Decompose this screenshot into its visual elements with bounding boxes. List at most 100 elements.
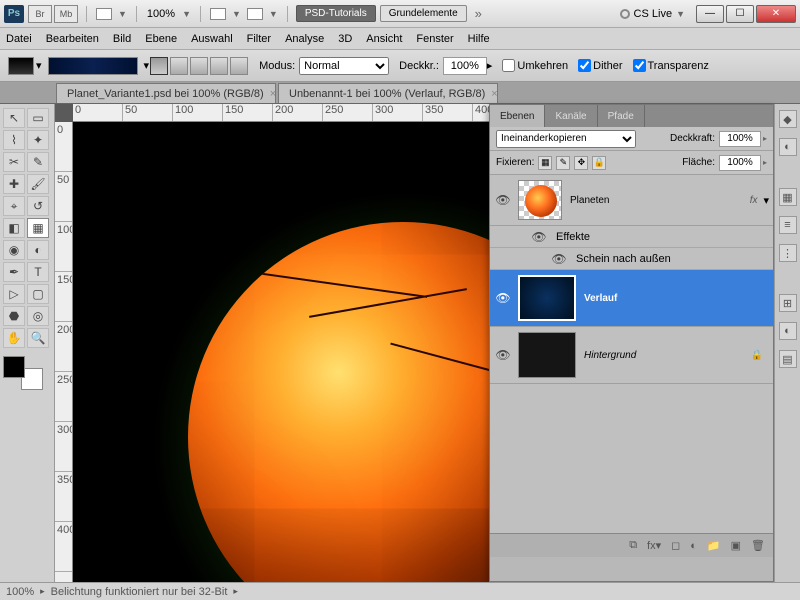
panel-icon[interactable]: ◐ (779, 322, 797, 340)
panel-icon[interactable]: ≡ (779, 216, 797, 234)
blend-mode-select[interactable]: Ineinanderkopieren (496, 130, 636, 148)
tab-kanaele[interactable]: Kanäle (545, 105, 597, 127)
view-extras-icon[interactable] (96, 8, 112, 20)
eye-icon[interactable]: 👁 (550, 250, 568, 268)
maximize-button[interactable]: ☐ (726, 5, 754, 23)
panel-icon[interactable]: ◆ (779, 110, 797, 128)
panel-icon[interactable]: ⋮ (779, 244, 797, 262)
minimize-button[interactable]: — (696, 5, 724, 23)
dodge-tool[interactable]: ◐ (27, 240, 49, 260)
bridge-button[interactable]: Br (28, 5, 52, 23)
doc-tab-1[interactable]: Planet_Variante1.psd bei 100% (RGB/8)× (56, 83, 276, 103)
menu-ansicht[interactable]: Ansicht (366, 33, 402, 45)
eraser-tool[interactable]: ◧ (3, 218, 25, 238)
layer-thumbnail[interactable] (518, 180, 562, 220)
gradient-picker[interactable] (48, 57, 138, 75)
type-tool[interactable]: T (27, 262, 49, 282)
menu-auswahl[interactable]: Auswahl (191, 33, 233, 45)
group-icon[interactable]: 📁 (707, 539, 721, 552)
menu-bearbeiten[interactable]: Bearbeiten (46, 33, 99, 45)
deckkraft-input[interactable] (719, 131, 761, 147)
stamp-tool[interactable]: ⌖ (3, 196, 25, 216)
layer-hintergrund[interactable]: 👁 Hintergrund 🔒 (490, 327, 773, 384)
history-brush-tool[interactable]: ↺ (27, 196, 49, 216)
gradient-diamond-button[interactable] (230, 57, 248, 75)
menu-3d[interactable]: 3D (338, 33, 352, 45)
link-layers-icon[interactable]: ⧉ (629, 539, 637, 552)
shape-tool[interactable]: ▢ (27, 284, 49, 304)
eye-icon[interactable]: 👁 (494, 289, 512, 307)
close-tab-icon[interactable]: × (270, 88, 276, 100)
eyedropper-tool[interactable]: ✎ (27, 152, 49, 172)
eye-icon[interactable]: 👁 (494, 346, 512, 364)
dither-checkbox[interactable] (578, 59, 591, 72)
panel-icon[interactable]: ⊞ (779, 294, 797, 312)
gradient-radial-button[interactable] (170, 57, 188, 75)
3d-camera-tool[interactable]: ◎ (27, 306, 49, 326)
gradient-linear-button[interactable] (150, 57, 168, 75)
layer-outer-glow[interactable]: 👁 Schein nach außen (490, 248, 773, 270)
close-tab-icon[interactable]: × (491, 88, 497, 100)
wand-tool[interactable]: ✦ (27, 130, 49, 150)
screen-mode-icon[interactable] (247, 8, 263, 20)
color-swatches[interactable] (3, 356, 43, 390)
ruler-vertical[interactable]: 050100150200250300350400 (55, 122, 73, 582)
layer-effects[interactable]: 👁 Effekte (490, 226, 773, 248)
workspace-grundelemente[interactable]: Grundelemente (380, 5, 467, 22)
tool-preset-picker[interactable] (8, 57, 34, 75)
blur-tool[interactable]: ◉ (3, 240, 25, 260)
menu-ebene[interactable]: Ebene (145, 33, 177, 45)
heal-tool[interactable]: ✚ (3, 174, 25, 194)
panel-icon[interactable]: ▤ (779, 350, 797, 368)
pen-tool[interactable]: ✒ (3, 262, 25, 282)
transparenz-checkbox[interactable] (633, 59, 646, 72)
menu-hilfe[interactable]: Hilfe (468, 33, 490, 45)
doc-tab-2[interactable]: Unbenannt-1 bei 100% (Verlauf, RGB/8)× (278, 83, 498, 103)
arrange-docs-icon[interactable] (210, 8, 226, 20)
fill-layer-icon[interactable]: ◐ (690, 540, 697, 552)
fx-badge[interactable]: fx (750, 195, 758, 206)
panel-icon[interactable]: ◐ (779, 138, 797, 156)
zoom-level[interactable]: 100% (147, 8, 175, 20)
layer-thumbnail[interactable] (518, 275, 576, 321)
layer-style-icon[interactable]: fx▾ (647, 539, 661, 552)
marquee-tool[interactable]: ▭ (27, 108, 49, 128)
lock-position-icon[interactable]: ✥ (574, 156, 588, 170)
layer-planeten[interactable]: 👁 Planeten fx▾ (490, 175, 773, 226)
3d-tool[interactable]: ⬣ (3, 306, 25, 326)
flaeche-input[interactable] (719, 155, 761, 171)
workspace-more-icon[interactable]: » (475, 6, 482, 21)
lock-transparency-icon[interactable]: ▦ (538, 156, 552, 170)
new-layer-icon[interactable]: ▣ (731, 539, 741, 552)
gradient-reflected-button[interactable] (210, 57, 228, 75)
panel-icon[interactable]: ▦ (779, 188, 797, 206)
menu-bild[interactable]: Bild (113, 33, 131, 45)
tab-ebenen[interactable]: Ebenen (490, 105, 545, 127)
tab-pfade[interactable]: Pfade (598, 105, 645, 127)
layer-thumbnail[interactable] (518, 332, 576, 378)
move-tool[interactable]: ↖ (3, 108, 25, 128)
menu-filter[interactable]: Filter (247, 33, 271, 45)
layer-verlauf[interactable]: 👁 Verlauf (490, 270, 773, 327)
hand-tool[interactable]: ✋ (3, 328, 25, 348)
path-select-tool[interactable]: ▷ (3, 284, 25, 304)
gradient-angle-button[interactable] (190, 57, 208, 75)
menu-fenster[interactable]: Fenster (416, 33, 453, 45)
lock-pixels-icon[interactable]: ✎ (556, 156, 570, 170)
menu-datei[interactable]: Datei (6, 33, 32, 45)
umkehren-checkbox[interactable] (502, 59, 515, 72)
crop-tool[interactable]: ✂ (3, 152, 25, 172)
workspace-psdtutorials[interactable]: PSD-Tutorials (296, 5, 376, 22)
deckkr-input[interactable] (443, 57, 487, 75)
cslive-button[interactable]: CS Live▼ (620, 8, 688, 20)
zoom-tool[interactable]: 🔍 (27, 328, 49, 348)
eye-icon[interactable]: 👁 (494, 191, 512, 209)
delete-layer-icon[interactable]: 🗑 (751, 539, 765, 552)
menu-analyse[interactable]: Analyse (285, 33, 324, 45)
brush-tool[interactable]: 🖌 (27, 174, 49, 194)
layer-mask-icon[interactable]: ◻ (671, 539, 680, 552)
status-zoom[interactable]: 100% (6, 586, 34, 598)
lock-all-icon[interactable]: 🔒 (592, 156, 606, 170)
gradient-tool[interactable]: ▦ (27, 218, 49, 238)
modus-select[interactable]: Normal (299, 57, 389, 75)
